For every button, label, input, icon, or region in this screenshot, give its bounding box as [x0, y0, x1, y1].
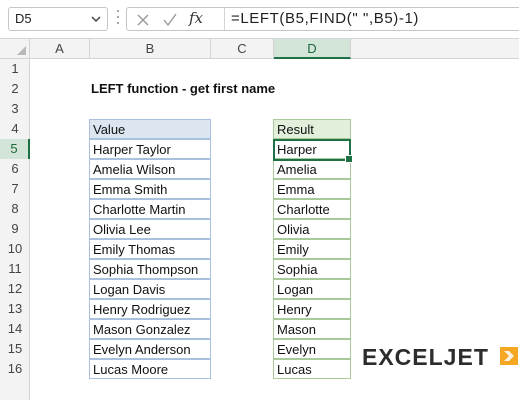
result-header[interactable]: Result — [273, 119, 351, 139]
row-header[interactable]: 12 — [0, 279, 30, 299]
row-header-selected[interactable]: 5 — [0, 139, 30, 159]
row-header[interactable]: 10 — [0, 239, 30, 259]
row-header[interactable]: 3 — [0, 99, 30, 119]
cancel-icon[interactable] — [136, 13, 150, 27]
formula-bar: D5 fx =LEFT(B5,FIND(" ",B5)-1) — [0, 0, 519, 39]
name-box-value: D5 — [15, 11, 32, 26]
column-header-blank[interactable] — [351, 39, 519, 59]
insert-function-icon[interactable]: fx — [189, 9, 203, 27]
result-cell[interactable]: Henry — [273, 299, 351, 319]
name-box[interactable]: D5 — [8, 7, 108, 31]
value-cell[interactable]: Harper Taylor — [89, 139, 211, 159]
value-cell[interactable]: Sophia Thompson — [89, 259, 211, 279]
chevron-down-icon[interactable] — [90, 11, 102, 27]
result-cell[interactable]: Mason — [273, 319, 351, 339]
row-header[interactable]: 15 — [0, 339, 30, 359]
value-cell[interactable]: Emily Thomas — [89, 239, 211, 259]
value-cell[interactable]: Henry Rodriguez — [89, 299, 211, 319]
row-header[interactable]: 6 — [0, 159, 30, 179]
value-cell[interactable]: Logan Davis — [89, 279, 211, 299]
result-cell[interactable]: Emma — [273, 179, 351, 199]
row-header[interactable]: 13 — [0, 299, 30, 319]
column-header-c[interactable]: C — [211, 39, 274, 59]
row-header[interactable]: 7 — [0, 179, 30, 199]
row-headers: 1 2 3 4 5 6 7 8 9 10 11 12 13 14 15 16 — [0, 59, 30, 400]
sheet-title[interactable]: LEFT function - get first name — [91, 81, 275, 96]
value-cell[interactable]: Evelyn Anderson — [89, 339, 211, 359]
enter-check-icon[interactable] — [163, 13, 177, 27]
row-header[interactable]: 9 — [0, 219, 30, 239]
row-header[interactable]: 4 — [0, 119, 30, 139]
result-cell[interactable]: Sophia — [273, 259, 351, 279]
column-header-d[interactable]: D — [274, 39, 351, 59]
row-header[interactable]: 14 — [0, 319, 30, 339]
result-cell[interactable]: Olivia — [273, 219, 351, 239]
row-header[interactable]: 8 — [0, 199, 30, 219]
result-cell[interactable]: Amelia — [273, 159, 351, 179]
result-cell[interactable]: Charlotte — [273, 199, 351, 219]
logo-mark-icon — [500, 347, 518, 365]
row-header[interactable]: 1 — [0, 59, 30, 79]
value-cell[interactable]: Emma Smith — [89, 179, 211, 199]
value-cell[interactable]: Charlotte Martin — [89, 199, 211, 219]
column-header-a[interactable]: A — [30, 39, 90, 59]
formula-input-area[interactable]: fx =LEFT(B5,FIND(" ",B5)-1) — [126, 7, 519, 31]
result-cell[interactable]: Logan — [273, 279, 351, 299]
result-cell[interactable]: Lucas — [273, 359, 351, 379]
formula-text[interactable]: =LEFT(B5,FIND(" ",B5)-1) — [231, 10, 419, 27]
value-cell[interactable]: Amelia Wilson — [89, 159, 211, 179]
select-all-corner[interactable] — [0, 39, 30, 59]
row-header[interactable]: 11 — [0, 259, 30, 279]
row-header[interactable]: 2 — [0, 79, 30, 99]
result-cell[interactable]: Harper — [273, 139, 351, 159]
row-header[interactable]: 16 — [0, 359, 30, 379]
drag-handle-icon[interactable] — [117, 10, 120, 28]
formula-divider — [224, 8, 225, 30]
result-cell[interactable]: Emily — [273, 239, 351, 259]
result-cell[interactable]: Evelyn — [273, 339, 351, 359]
value-cell[interactable]: Lucas Moore — [89, 359, 211, 379]
value-cell[interactable]: Olivia Lee — [89, 219, 211, 239]
column-header-b[interactable]: B — [90, 39, 211, 59]
value-header[interactable]: Value — [89, 119, 211, 139]
logo-text: EXCELJET — [362, 344, 489, 370]
column-headers: A B C D — [30, 39, 519, 59]
value-cell[interactable]: Mason Gonzalez — [89, 319, 211, 339]
